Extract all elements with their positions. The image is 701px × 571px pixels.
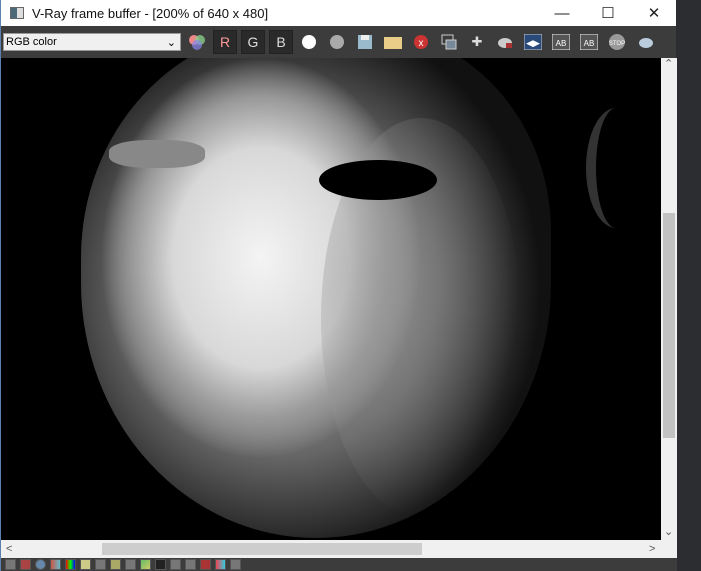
history-icon[interactable]	[170, 559, 181, 570]
vertical-scrollbar[interactable]: ⌃ ⌄	[661, 58, 677, 540]
scroll-left-icon[interactable]: <	[6, 543, 12, 555]
channel-icon[interactable]	[215, 559, 226, 570]
svg-text:STOP: STOP	[609, 41, 625, 47]
svg-text:◀▶: ◀▶	[526, 38, 540, 48]
chevron-down-icon: ⌄	[166, 36, 176, 49]
h-icon[interactable]	[185, 559, 196, 570]
lut-icon[interactable]	[140, 559, 151, 570]
white-balance-icon[interactable]	[125, 559, 136, 570]
left-eye	[109, 140, 205, 168]
stop-icon[interactable]: STOP	[605, 30, 629, 54]
compare-icon[interactable]	[200, 559, 211, 570]
title-bar: V-Ray frame buffer - [200% of 640 x 480]…	[1, 0, 676, 26]
ab-compare-icon[interactable]: AB	[549, 30, 573, 54]
svg-text:AB: AB	[584, 39, 595, 48]
close-button[interactable]: ✕	[631, 0, 677, 26]
track-mouse-icon[interactable]: ✚	[465, 30, 489, 54]
scroll-down-icon[interactable]: ⌄	[664, 526, 673, 538]
horizontal-scrollbar[interactable]: < >	[1, 540, 677, 558]
display-icon[interactable]	[5, 559, 16, 570]
vertical-scroll-thumb[interactable]	[663, 213, 675, 438]
green-channel-button[interactable]: G	[241, 30, 265, 54]
app-icon	[10, 7, 24, 19]
settings-icon[interactable]	[230, 559, 241, 570]
levels-icon[interactable]	[80, 559, 91, 570]
right-eye	[319, 160, 437, 200]
red-channel-button[interactable]: R	[213, 30, 237, 54]
blue-channel-button[interactable]: B	[269, 30, 293, 54]
color-correction-icon[interactable]	[50, 559, 61, 570]
window-title: V-Ray frame buffer - [200% of 640 x 480]	[32, 5, 269, 21]
svg-text:x: x	[419, 38, 424, 49]
save-icon[interactable]	[353, 30, 377, 54]
curves-icon[interactable]	[95, 559, 106, 570]
svg-text:AB: AB	[556, 39, 567, 48]
channel-select[interactable]: RGB color ⌄	[3, 33, 181, 51]
gray-circle-icon[interactable]	[325, 30, 349, 54]
maximize-button[interactable]: ☐	[585, 0, 631, 26]
exposure-icon[interactable]	[110, 559, 121, 570]
scroll-up-icon[interactable]: ⌃	[664, 58, 673, 70]
ocio-icon[interactable]	[155, 559, 166, 570]
toolbar: RGB color ⌄ R G B x ✚ ◀▶ AB AB STOP	[1, 26, 676, 58]
render-image-viewport[interactable]	[1, 58, 661, 540]
channel-select-value: RGB color	[6, 36, 57, 48]
horizontal-scroll-thumb[interactable]	[102, 543, 422, 555]
white-circle-icon[interactable]	[297, 30, 321, 54]
hsl-icon[interactable]	[65, 559, 76, 570]
info-icon[interactable]	[35, 559, 46, 570]
vray-frame-buffer-window: V-Ray frame buffer - [200% of 640 x 480]…	[0, 0, 677, 571]
region-icon[interactable]	[437, 30, 461, 54]
vfb-history-icon[interactable]: ◀▶	[521, 30, 545, 54]
open-folder-icon[interactable]	[381, 30, 405, 54]
color-channels-icon[interactable]	[185, 30, 209, 54]
render-icon[interactable]	[633, 30, 657, 54]
render-teapot-icon[interactable]	[493, 30, 517, 54]
clear-icon[interactable]: x	[409, 30, 433, 54]
region-icon[interactable]	[20, 559, 31, 570]
minimize-button[interactable]: —	[539, 0, 585, 26]
scroll-right-icon[interactable]: >	[649, 543, 655, 555]
ab-compare-2-icon[interactable]: AB	[577, 30, 601, 54]
bottom-toolbar	[1, 558, 677, 571]
ear	[586, 108, 646, 228]
